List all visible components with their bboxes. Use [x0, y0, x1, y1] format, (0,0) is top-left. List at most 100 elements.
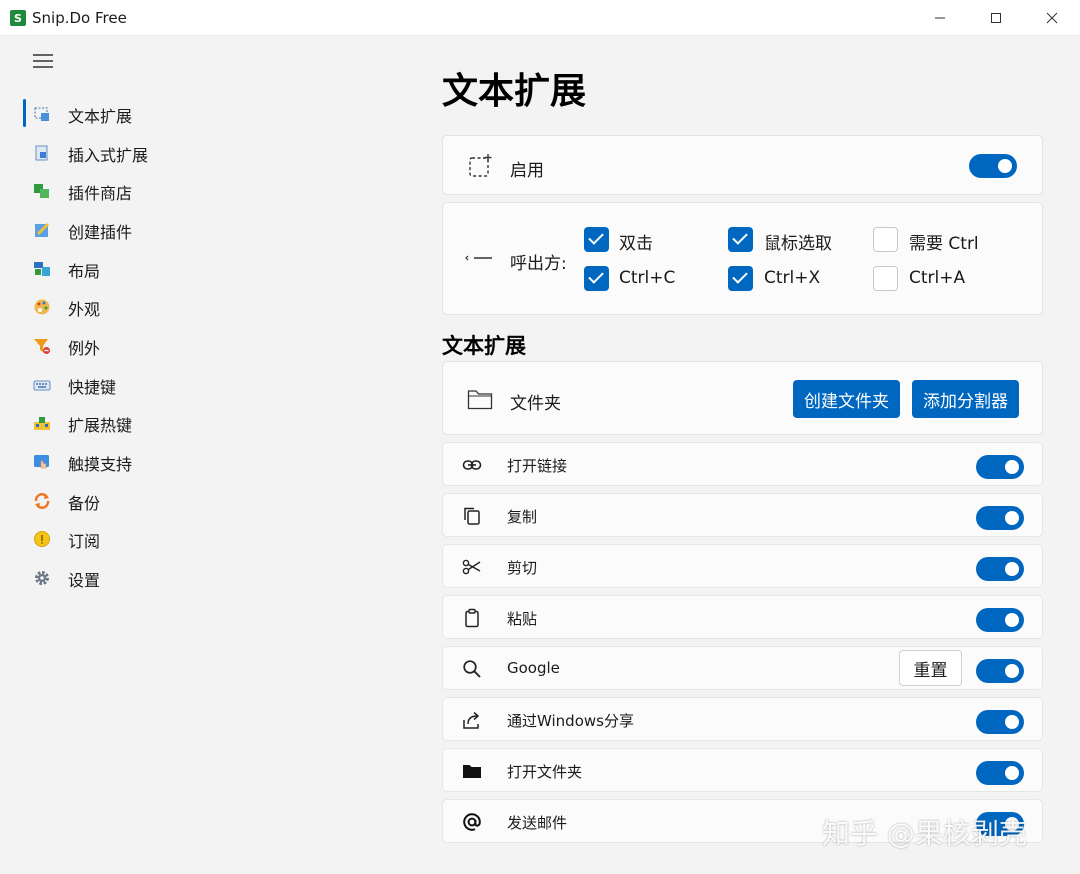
checkbox-ctrl-x[interactable] — [728, 266, 753, 291]
sidebar-item-plugin-store[interactable]: 插件商店 — [22, 172, 382, 208]
checkbox-label: Ctrl+C — [619, 268, 676, 288]
extension-label: 打开文件夹 — [507, 763, 583, 781]
maximize-icon — [991, 13, 1001, 23]
layout-icon — [34, 262, 50, 276]
sidebar-item-backup[interactable]: 备份 — [22, 482, 382, 518]
extension-toggle[interactable] — [976, 608, 1024, 632]
section-title: 文本扩展 — [442, 334, 526, 358]
extension-toggle[interactable] — [976, 761, 1024, 785]
page-title: 文本扩展 — [442, 71, 587, 112]
menu-toggle-button[interactable] — [24, 47, 62, 75]
close-icon — [1046, 12, 1058, 24]
extension-label: Google — [507, 659, 560, 677]
sidebar-item-appearance[interactable]: 外观 — [22, 288, 382, 324]
scissors-icon — [462, 559, 481, 575]
invoke-label: 呼出方: — [510, 254, 567, 274]
extension-row-copy: 复制 — [442, 493, 1043, 537]
extension-toggle[interactable] — [976, 557, 1024, 581]
sidebar-item-shortcuts[interactable]: 快捷键 — [22, 366, 382, 402]
checkbox-label: 需要 Ctrl — [909, 234, 979, 254]
at-sign-icon — [463, 813, 481, 831]
clipboard-icon — [465, 608, 479, 628]
sidebar-item-label: 外观 — [68, 300, 101, 319]
invoke-methods-card: 呼出方: 双击 鼠标选取 需要 Ctrl Ctrl+C Ctrl+X Ctrl+… — [442, 202, 1043, 315]
enable-label: 启用 — [510, 161, 544, 181]
search-icon — [463, 660, 481, 678]
sidebar-item-create-plugin[interactable]: 创建插件 — [22, 211, 382, 247]
extension-toggle[interactable] — [976, 506, 1024, 530]
plugin-store-icon — [34, 184, 49, 198]
title-bar: S Snip.Do Free — [0, 0, 1080, 36]
filter-exception-icon — [34, 339, 50, 354]
checkbox-label: 鼠标选取 — [764, 234, 832, 254]
maximize-button[interactable] — [968, 0, 1024, 36]
checkbox-mouse-select[interactable] — [728, 227, 753, 252]
checkbox-ctrl-c[interactable] — [584, 266, 609, 291]
checkbox-ctrl-a[interactable] — [873, 266, 898, 291]
close-button[interactable] — [1024, 0, 1080, 36]
sidebar-item-exceptions[interactable]: 例外 — [22, 327, 382, 363]
sidebar-item-settings[interactable]: 设置 — [22, 559, 382, 595]
link-icon — [462, 460, 482, 470]
sidebar-item-touch-support[interactable]: 触摸支持 — [22, 443, 382, 479]
share-icon — [463, 711, 480, 729]
extension-label: 剪切 — [507, 559, 538, 577]
extension-label: 打开链接 — [507, 457, 568, 475]
hamburger-icon — [33, 54, 53, 68]
folder-outline-icon — [467, 390, 493, 410]
sidebar-item-label: 快捷键 — [68, 378, 117, 397]
sidebar-item-layout[interactable]: 布局 — [22, 250, 382, 286]
folder-icon — [463, 765, 481, 778]
sidebar-item-label: 订阅 — [68, 532, 101, 551]
enable-toggle[interactable] — [969, 154, 1017, 178]
palette-icon — [34, 299, 50, 315]
text-expand-icon — [34, 107, 49, 121]
subscription-icon — [34, 531, 50, 547]
extension-label: 发送邮件 — [507, 814, 568, 832]
extension-row-open-link: 打开链接 — [442, 442, 1043, 486]
checkbox-label: Ctrl+A — [909, 268, 966, 288]
sidebar-item-label: 例外 — [68, 339, 101, 358]
extension-row-paste: 粘贴 — [442, 595, 1043, 639]
sidebar-item-subscription[interactable]: 订阅 — [22, 520, 382, 556]
create-folder-button[interactable]: 创建文件夹 — [793, 380, 900, 418]
sidebar-item-label: 创建插件 — [68, 223, 133, 242]
insert-expand-icon — [35, 145, 48, 161]
reset-button[interactable]: 重置 — [899, 650, 962, 686]
sidebar-item-label: 触摸支持 — [68, 455, 133, 474]
selection-icon — [469, 154, 492, 177]
sidebar-item-label: 备份 — [68, 494, 101, 513]
checkbox-require-ctrl[interactable] — [873, 227, 898, 252]
extension-toggle[interactable] — [976, 659, 1024, 683]
gear-icon — [35, 571, 49, 585]
watermark: 知乎 @果核剥壳 — [822, 817, 1027, 850]
extension-toggle[interactable] — [976, 455, 1024, 479]
touch-icon — [34, 455, 49, 469]
sidebar-item-extension-hotkeys[interactable]: 扩展热键 — [22, 404, 382, 440]
minimize-icon — [935, 17, 945, 19]
window-title: Snip.Do Free — [32, 9, 127, 27]
add-separator-button[interactable]: 添加分割器 — [912, 380, 1019, 418]
extension-label: 复制 — [507, 508, 538, 526]
copy-icon — [464, 507, 480, 525]
sidebar-item-label: 布局 — [68, 262, 101, 281]
create-plugin-icon — [35, 222, 50, 237]
hotkey-icon — [34, 417, 50, 430]
sidebar-item-label: 扩展热键 — [68, 416, 133, 435]
sidebar-item-label: 插件商店 — [68, 184, 133, 203]
app-logo-icon: S — [10, 10, 26, 26]
minimize-button[interactable] — [912, 0, 968, 36]
checkbox-double-click[interactable] — [584, 227, 609, 252]
enable-card: 启用 — [442, 135, 1043, 195]
extension-row-cut: 剪切 — [442, 544, 1043, 588]
sidebar-item-insert-expand[interactable]: 插入式扩展 — [22, 134, 382, 170]
extension-toggle[interactable] — [976, 710, 1024, 734]
checkbox-label: Ctrl+X — [764, 268, 821, 288]
extension-row-open-folder: 打开文件夹 — [442, 748, 1043, 792]
keyboard-icon — [33, 380, 51, 391]
sidebar-item-text-expand[interactable]: 文本扩展 — [22, 95, 382, 131]
folder-card: 文件夹 创建文件夹 添加分割器 — [442, 361, 1043, 435]
backup-icon — [34, 493, 50, 509]
extension-label: 通过Windows分享 — [507, 712, 634, 730]
trigger-icon — [465, 255, 492, 261]
